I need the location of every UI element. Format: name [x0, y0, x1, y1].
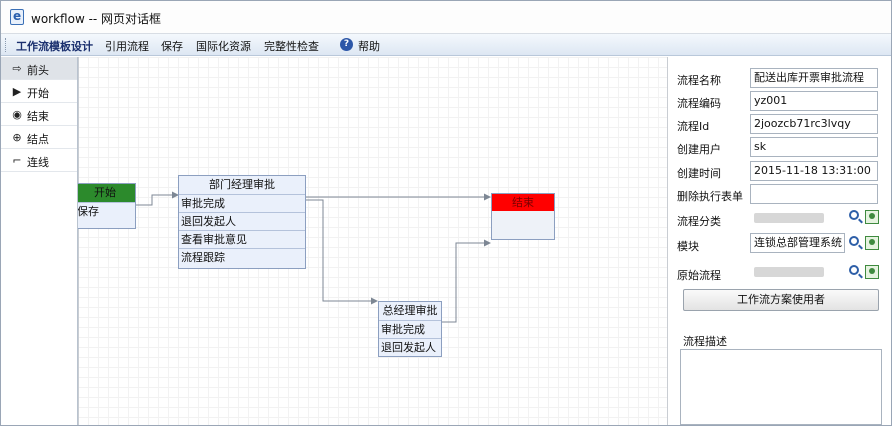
connector-start-to-dept[interactable] — [136, 191, 179, 206]
label-original-flow: 原始流程 — [677, 269, 721, 282]
menu-help[interactable]: 帮助 — [358, 38, 380, 54]
label-flow-name: 流程名称 — [677, 74, 721, 87]
menu-i18n-resources[interactable]: 国际化资源 — [196, 38, 251, 54]
label-created-user: 创建用户 — [677, 143, 721, 156]
label-flow-category: 流程分类 — [677, 215, 721, 228]
created-time-field[interactable]: 2015-11-18 13:31:00 — [750, 161, 878, 181]
delete-form-field[interactable] — [750, 184, 878, 204]
node-action[interactable]: 退回发起人 — [379, 338, 441, 356]
node-action[interactable]: 退回发起人 — [179, 212, 305, 230]
menu-template-design[interactable]: 工作流模板设计 — [16, 38, 93, 54]
connector-icon: ⌐ — [12, 154, 22, 167]
tool-label: 前头 — [27, 64, 49, 77]
node-title: 结束 — [492, 194, 554, 211]
label-delete-form: 删除执行表单 — [677, 190, 743, 203]
label-flow-code: 流程编码 — [677, 97, 721, 110]
redacted-value — [754, 213, 824, 223]
window-title: workflow -- 网页对话框 — [31, 12, 162, 26]
flow-code-field[interactable]: yz001 — [750, 91, 878, 111]
org-picker-icon[interactable] — [865, 265, 879, 279]
ie-app-icon — [10, 9, 24, 25]
original-flow-field[interactable] — [750, 262, 845, 282]
magnifier-icon — [849, 265, 859, 275]
connector-lines — [136, 191, 491, 323]
tool-node[interactable]: ⊕ 结点 — [1, 126, 77, 149]
properties-panel: 流程名称 配送出库开票审批流程 流程编码 yz001 流程Id 2joozcb7… — [667, 57, 891, 425]
node-action[interactable]: 审批完成 — [379, 320, 441, 338]
org-picker-icon[interactable] — [865, 210, 879, 224]
created-user-field[interactable]: sk — [750, 137, 878, 157]
workflow-canvas[interactable]: 开始 保存 部门经理审批 审批完成 退回发起人 查看审批意见 流程跟踪 总经理审… — [78, 57, 667, 425]
menu-reference-flow[interactable]: 引用流程 — [105, 38, 149, 54]
redacted-value — [754, 267, 824, 277]
node-action[interactable]: 流程跟踪 — [179, 248, 305, 266]
toolbox-panel: ⇨ 前头 ▶ 开始 ◉ 结束 ⊕ 结点 ⌐ 连线 — [1, 57, 78, 425]
flow-name-field[interactable]: 配送出库开票审批流程 — [750, 68, 878, 88]
start-icon: ▶ — [12, 85, 22, 98]
toolbar-grip — [5, 38, 8, 52]
tool-arrow[interactable]: ⇨ 前头 — [1, 57, 77, 80]
node-action[interactable]: 审批完成 — [179, 194, 305, 212]
arrow-icon: ⇨ — [12, 62, 22, 75]
node-action[interactable]: 查看审批意见 — [179, 230, 305, 248]
node-end[interactable]: 结束 — [491, 193, 555, 240]
tool-start[interactable]: ▶ 开始 — [1, 80, 77, 103]
node-icon: ⊕ — [12, 131, 22, 144]
search-icon[interactable] — [849, 236, 863, 250]
label-module: 模块 — [677, 240, 699, 253]
node-title: 总经理审批 — [382, 304, 438, 317]
org-picker-icon[interactable] — [865, 236, 879, 250]
dialog-window: workflow -- 网页对话框 工作流模板设计 引用流程 保存 国际化资源 … — [0, 0, 892, 426]
node-gm-approval[interactable]: 总经理审批 审批完成 退回发起人 — [378, 301, 442, 357]
magnifier-icon — [849, 210, 859, 220]
tool-connector[interactable]: ⌐ 连线 — [1, 149, 77, 172]
tool-label: 结束 — [27, 110, 49, 123]
module-field[interactable]: 连锁总部管理系统 — [750, 233, 845, 253]
menu-integrity-check[interactable]: 完整性检查 — [264, 38, 319, 54]
tool-label: 开始 — [27, 87, 49, 100]
node-title: 部门经理审批 — [209, 178, 275, 191]
title-bar: workflow -- 网页对话框 — [1, 1, 891, 34]
search-icon[interactable] — [849, 265, 863, 279]
connector-dept-to-gm[interactable] — [306, 199, 378, 305]
flow-category-field[interactable] — [750, 208, 845, 228]
connector-gm-to-end[interactable] — [442, 239, 491, 323]
node-action[interactable]: 保存 — [78, 202, 135, 220]
workflow-users-button[interactable]: 工作流方案使用者 — [683, 289, 879, 311]
tool-label: 连线 — [27, 156, 49, 169]
tool-label: 结点 — [27, 133, 49, 146]
node-title: 开始 — [78, 184, 135, 202]
menu-bar: 工作流模板设计 引用流程 保存 国际化资源 完整性检查 ? 帮助 — [1, 34, 891, 56]
node-start[interactable]: 开始 保存 — [78, 183, 136, 229]
node-dept-manager-approval[interactable]: 部门经理审批 审批完成 退回发起人 查看审批意见 流程跟踪 — [178, 175, 306, 269]
magnifier-icon — [849, 236, 859, 246]
search-icon[interactable] — [849, 210, 863, 224]
label-created-time: 创建时间 — [677, 167, 721, 180]
menu-save[interactable]: 保存 — [161, 38, 183, 54]
flow-id-field[interactable]: 2joozcb71rc3lvqy — [750, 114, 878, 134]
end-icon: ◉ — [12, 108, 22, 121]
tool-end[interactable]: ◉ 结束 — [1, 103, 77, 126]
help-icon[interactable]: ? — [340, 38, 353, 51]
description-textarea[interactable] — [680, 349, 882, 425]
label-flow-id: 流程Id — [677, 120, 710, 133]
label-description: 流程描述 — [683, 335, 727, 348]
